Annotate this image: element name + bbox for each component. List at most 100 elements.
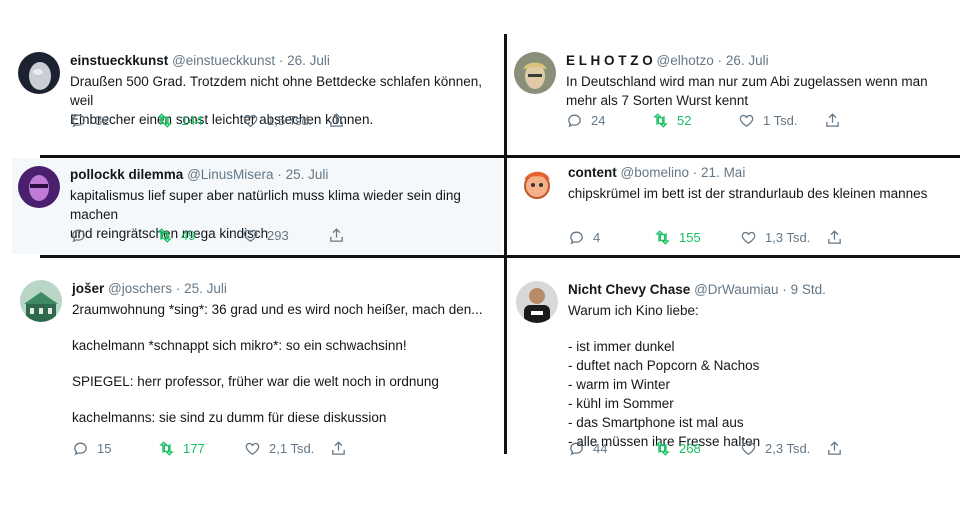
retweet-count: 52 [677,113,692,128]
reply-icon [72,114,85,128]
tweet-line: chipskrümel im bett ist der strandurlaub… [568,186,928,201]
separator-dot: · [782,282,787,297]
tweet-line: - duftet nach Popcorn & Nachos [568,358,760,373]
tweet-text: 2raumwohnung *sing*: 36 grad und es wird… [72,300,500,427]
display-name[interactable]: pollockk dilemma [70,167,183,182]
retweet-count: 49 [181,228,196,243]
user-handle[interactable]: @bomelino [621,165,690,180]
tweet-date[interactable]: 26. Juli [726,53,769,68]
divider-vertical [504,34,507,454]
tweet-card[interactable]: einstueckkunst @einstueckkunst · 26. Jul… [18,52,498,142]
separator-dot: · [717,53,723,68]
retweet-button[interactable]: 268 [654,440,740,457]
tweet-header: content @bomelino · 21. Mai [568,164,956,182]
display-name[interactable]: jošer [72,281,104,296]
like-count: 2,1 Tsd. [269,441,315,456]
tweet-line: Draußen 500 Grad. Trotzdem nicht ohne Be… [70,74,482,108]
avatar[interactable] [514,52,556,94]
tweet-line: kachelmanns: sie sind zu dumm für diese … [72,410,387,425]
display-name[interactable]: einstueckkunst [70,53,168,68]
share-icon [330,113,343,127]
share-button[interactable] [826,440,843,457]
tweet-line: 2raumwohnung *sing*: 36 grad und es wird… [72,302,483,317]
tweet-date[interactable]: 26. Juli [287,53,330,68]
reply-icon [570,442,583,456]
tweet-actions: 24 52 1 Tsd. [566,112,841,129]
separator-dot: · [278,53,284,68]
retweet-icon [655,230,670,245]
retweet-icon [157,113,172,128]
reply-button[interactable]: 24 [566,112,652,129]
like-icon [741,442,756,455]
like-button[interactable]: 2,1 Tsd. [244,440,330,457]
reply-button[interactable] [70,227,156,244]
like-count: 1,3 Tsd. [765,230,811,245]
tweet-line: kachelmann *schnappt sich mikro*: so ein… [72,338,407,353]
user-handle[interactable]: @LinusMisera [187,167,273,182]
retweet-button[interactable]: 144 [156,112,242,129]
retweet-icon [157,228,172,243]
share-icon [828,441,841,455]
share-button[interactable] [824,112,841,129]
reply-icon [568,114,581,128]
tweet-date[interactable]: 9 Std. [791,282,826,297]
like-button[interactable]: 1,5 Tsd. [242,112,328,129]
reply-button[interactable]: 15 [72,440,158,457]
retweet-count: 268 [679,441,701,456]
retweet-button[interactable]: 52 [652,112,738,129]
share-button[interactable] [330,440,347,457]
retweet-button[interactable]: 49 [156,227,242,244]
tweet-date[interactable]: 21. Mai [701,165,745,180]
user-handle[interactable]: @DrWaumiau [694,282,778,297]
retweet-button[interactable]: 177 [158,440,244,457]
display-name[interactable]: content [568,165,617,180]
tweet-card[interactable]: jošer @joschers · 25. Juli 2raumwohnung … [20,280,500,462]
like-icon [739,114,754,127]
like-button[interactable]: 293 [242,227,328,244]
like-icon [243,114,258,127]
user-handle[interactable]: @joschers [108,281,172,296]
tweet-line: Warum ich Kino liebe: [568,303,699,318]
tweet-card[interactable]: Nicht Chevy Chase @DrWaumiau · 9 Std. Wa… [516,281,956,463]
tweet-header: einstueckkunst @einstueckkunst · 26. Jul… [70,52,498,70]
retweet-icon [655,441,670,456]
retweet-count: 144 [181,113,203,128]
like-button[interactable]: 2,3 Tsd. [740,440,826,457]
user-handle[interactable]: @einstueckkunst [172,53,275,68]
retweet-count: 177 [183,441,205,456]
reply-button[interactable]: 4 [568,229,654,246]
tweet-actions: 49 293 [70,227,345,244]
avatar[interactable] [18,52,60,94]
tweet-actions: 4 155 1,3 Tsd. [568,229,843,246]
tweet-card[interactable]: pollockk dilemma @LinusMisera · 25. Juli… [18,166,500,250]
reply-button[interactable]: 44 [568,440,654,457]
tweet-actions: 32 144 1,5 Tsd. [70,112,345,129]
like-button[interactable]: 1,3 Tsd. [740,229,826,246]
tweet-card[interactable]: E L H O T Z O @elhotzo · 26. Juli In Deu… [514,52,954,142]
share-button[interactable] [826,229,843,246]
reply-icon [570,231,583,245]
share-button[interactable] [328,227,345,244]
avatar[interactable] [516,281,558,323]
reply-button[interactable]: 32 [70,112,156,129]
retweet-button[interactable]: 155 [654,229,740,246]
tweet-date[interactable]: 25. Juli [184,281,227,296]
avatar[interactable] [516,164,558,206]
tweet-text: Warum ich Kino liebe: - ist immer dunkel… [568,301,956,451]
like-button[interactable]: 1 Tsd. [738,112,824,129]
avatar[interactable] [18,166,60,208]
tweet-date[interactable]: 25. Juli [286,167,329,182]
user-handle[interactable]: @elhotzo [657,53,714,68]
like-count: 293 [267,228,289,243]
share-icon [330,228,343,242]
tweet-card[interactable]: content @bomelino · 21. Mai chipskrümel … [516,164,956,250]
tweet-header: E L H O T Z O @elhotzo · 26. Juli [566,52,954,70]
tweet-line: - das Smartphone ist mal aus [568,415,744,430]
display-name[interactable]: E L H O T Z O [566,53,653,68]
like-count: 2,3 Tsd. [765,441,811,456]
reply-count: 24 [591,113,606,128]
display-name[interactable]: Nicht Chevy Chase [568,282,690,297]
avatar[interactable] [20,280,62,322]
divider-horizontal-bottom [40,255,960,258]
share-button[interactable] [328,112,345,129]
